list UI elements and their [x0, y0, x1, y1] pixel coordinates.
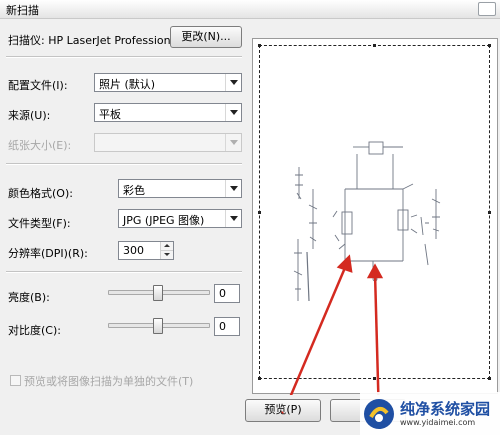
chevron-down-icon [225, 210, 241, 227]
preview-button[interactable]: 预览(P) [245, 399, 321, 422]
profile-label: 配置文件(I): [8, 79, 68, 92]
file-type-label: 文件类型(F): [8, 217, 71, 230]
chevron-down-icon [225, 104, 241, 121]
color-format-value: 彩色 [123, 184, 145, 197]
file-type-value: JPG (JPEG 图像) [123, 214, 205, 227]
paper-size-select [94, 133, 242, 152]
spin-down-icon[interactable] [160, 251, 173, 259]
profile-select[interactable]: 照片 (默认) [94, 73, 242, 92]
source-label: 来源(U): [8, 109, 51, 122]
paper-size-label: 纸张大小(E): [8, 139, 72, 152]
resolution-value: 300 [123, 244, 144, 257]
chevron-down-icon [225, 180, 241, 197]
separate-files-label: 预览或将图像扫描为单独的文件(T) [24, 375, 194, 388]
contrast-value[interactable]: 0 [214, 317, 240, 336]
change-scanner-button[interactable]: 更改(N)... [170, 26, 242, 48]
watermark-title: 纯净系统家园 [400, 400, 491, 418]
separate-files-checkbox[interactable] [10, 375, 21, 386]
spin-up-icon[interactable] [160, 242, 173, 251]
profile-value: 照片 (默认) [99, 78, 156, 91]
color-format-select[interactable]: 彩色 [118, 179, 242, 198]
separator [6, 271, 242, 273]
resolution-label: 分辨率(DPI)(R): [8, 247, 88, 260]
chevron-down-icon [225, 74, 241, 91]
contrast-slider-thumb[interactable] [153, 318, 163, 334]
brightness-slider-thumb[interactable] [153, 285, 163, 301]
scanned-document-image [289, 141, 441, 395]
color-format-label: 颜色格式(O): [8, 187, 73, 200]
brightness-label: 亮度(B): [8, 291, 50, 304]
contrast-label: 对比度(C): [8, 324, 61, 337]
watermark-logo [364, 399, 394, 429]
source-select[interactable]: 平板 [94, 103, 242, 122]
chevron-down-icon [225, 134, 241, 151]
scanner-label: 扫描仪: HP LaserJet Professional... [8, 34, 191, 47]
scan-preview-area[interactable] [252, 38, 498, 395]
title-bar: 新扫描 [0, 0, 500, 19]
resolution-stepper[interactable]: 300 [118, 241, 174, 260]
watermark-url: www.yidaimei.com [400, 418, 476, 427]
file-type-select[interactable]: JPG (JPEG 图像) [118, 209, 242, 228]
window-title: 新扫描 [6, 4, 39, 17]
brightness-value[interactable]: 0 [214, 284, 240, 303]
close-button[interactable] [478, 2, 496, 16]
separator [6, 163, 242, 165]
source-value: 平板 [99, 108, 121, 121]
watermark: 纯净系统家园 www.yidaimei.com [360, 392, 500, 435]
separator [6, 56, 242, 58]
